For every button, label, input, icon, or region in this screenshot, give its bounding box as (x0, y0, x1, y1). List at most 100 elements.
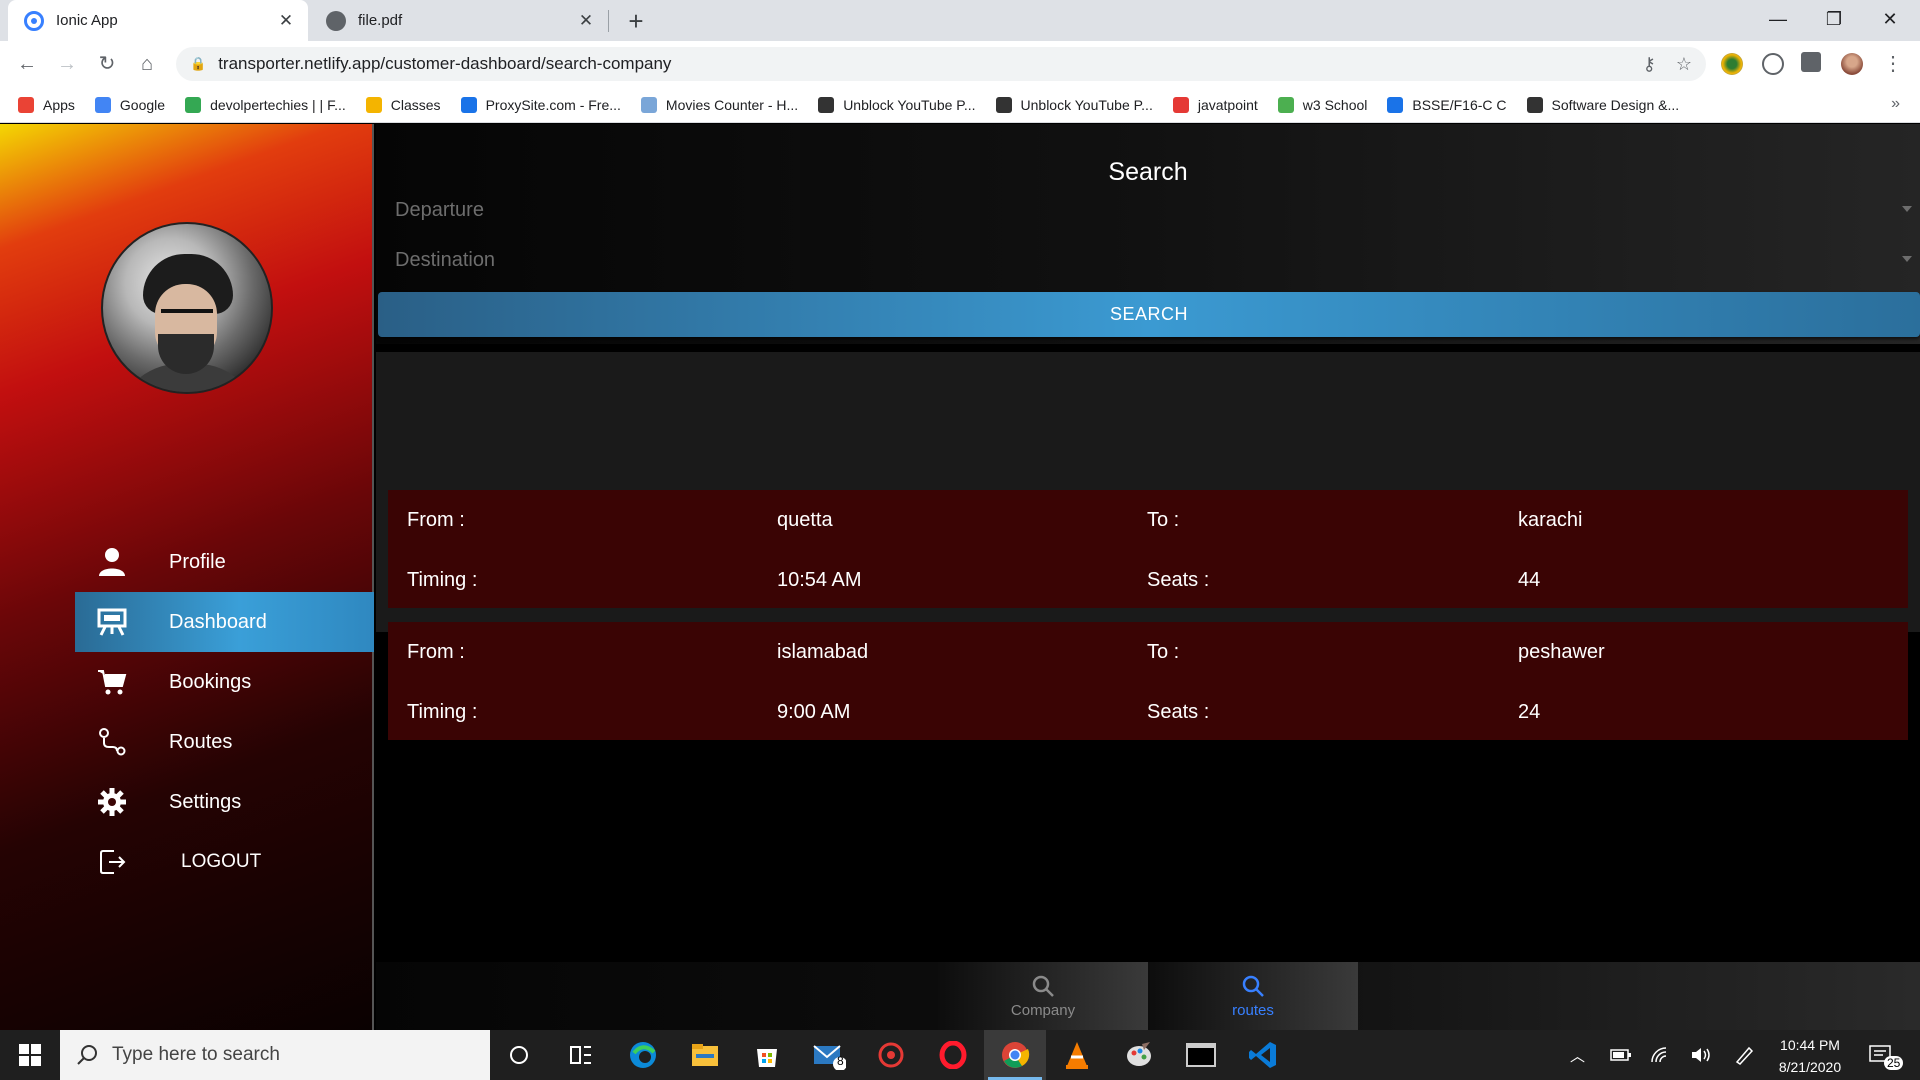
windows-start-button[interactable] (0, 1030, 60, 1080)
result-card[interactable]: From : quetta To : karachi Timing : 10:5… (388, 490, 1908, 608)
back-arrow-icon[interactable]: ← (12, 49, 42, 79)
ionic-app: Profile Dashboard Bookings Routes Settin… (0, 124, 1920, 1030)
battery-icon[interactable] (1610, 1030, 1632, 1080)
task-view-icon[interactable] (550, 1030, 612, 1080)
extension-circle-icon[interactable] (1762, 53, 1784, 75)
bookmark-item[interactable]: ProxySite.com - Fre... (460, 96, 621, 113)
wifi-icon[interactable] (1650, 1030, 1670, 1080)
more-bookmarks-icon[interactable]: » (1891, 95, 1900, 113)
forward-arrow-icon[interactable]: → (52, 49, 82, 79)
bookmark-label: Movies Counter - H... (665, 96, 799, 113)
close-tab-icon[interactable]: ✕ (576, 11, 596, 31)
menu-label: LOGOUT (181, 851, 262, 872)
chrome-menu-icon[interactable]: ⋮ (1878, 49, 1908, 79)
close-window-icon[interactable]: ✕ (1862, 0, 1918, 41)
lock-icon[interactable]: 🔒 (190, 56, 206, 72)
pen-icon[interactable] (1734, 1030, 1754, 1080)
menu-label: Routes (169, 730, 233, 753)
tab-file-pdf[interactable]: file.pdf ✕ (310, 0, 608, 41)
close-tab-icon[interactable]: ✕ (276, 11, 296, 31)
bookmark-item[interactable]: devolpertechies | | F... (185, 96, 346, 113)
extension-globe-icon[interactable] (1721, 53, 1743, 75)
restore-window-icon[interactable]: ❐ (1806, 0, 1862, 41)
show-hidden-icons-icon[interactable]: ︿ (1570, 1030, 1585, 1080)
bookmark-item[interactable]: Google (94, 96, 165, 113)
minimize-window-icon[interactable]: — (1750, 0, 1806, 41)
tab-ionic-app[interactable]: Ionic App ✕ (8, 0, 308, 41)
new-tab-button[interactable]: + (622, 6, 650, 37)
cortana-icon[interactable] (488, 1030, 550, 1080)
ionic-favicon-icon (24, 10, 44, 31)
bookmark-item[interactable]: Classes (365, 96, 441, 113)
profile-avatar-icon[interactable] (1841, 53, 1863, 75)
home-icon[interactable]: ⌂ (132, 49, 162, 79)
app-red-icon[interactable] (860, 1030, 922, 1080)
menu-item-settings[interactable]: Settings (75, 772, 374, 832)
taskbar-search-box[interactable]: Type here to search (60, 1030, 490, 1080)
tab-title: file.pdf (358, 12, 403, 29)
mail-badge: 8 (837, 1054, 844, 1068)
chrome-icon[interactable] (984, 1030, 1046, 1080)
menu-item-routes[interactable]: Routes (75, 712, 374, 772)
notification-center-icon[interactable]: 25 (1868, 1030, 1904, 1080)
timing-label: Timing : (407, 701, 478, 723)
bookmark-item[interactable]: Unblock YouTube P... (818, 96, 976, 113)
microsoft-store-icon[interactable] (736, 1030, 798, 1080)
opera-icon[interactable] (922, 1030, 984, 1080)
classroom-icon (1387, 96, 1404, 113)
google-icon (94, 96, 111, 113)
destination-select[interactable]: Destination (376, 240, 1920, 280)
terminal-icon[interactable] (1170, 1030, 1232, 1080)
bookmark-item[interactable]: Unblock YouTube P... (995, 96, 1153, 113)
gear-icon (97, 787, 127, 817)
bookmark-item[interactable]: BSSE/F16-C C (1387, 96, 1507, 113)
key-icon[interactable]: ⚷ (1643, 54, 1656, 75)
tab-company[interactable]: Company (938, 962, 1148, 1030)
seats-label: Seats : (1147, 701, 1210, 723)
bookmark-star-icon[interactable]: ☆ (1676, 54, 1692, 75)
profile-avatar[interactable] (101, 222, 273, 394)
vscode-icon[interactable] (1232, 1030, 1294, 1080)
tab-routes[interactable]: routes (1148, 962, 1358, 1030)
search-panel: Search Departure Destination SEARCH (376, 124, 1920, 344)
search-button[interactable]: SEARCH (378, 292, 1920, 337)
bookmark-label: Unblock YouTube P... (1020, 96, 1153, 113)
seats-value: 24 (1518, 701, 1541, 723)
bookmark-label: ProxySite.com - Fre... (485, 96, 621, 113)
paint-icon[interactable] (1108, 1030, 1170, 1080)
result-card[interactable]: From : islamabad To : peshawer Timing : … (388, 622, 1908, 740)
extensions-puzzle-icon[interactable] (1801, 52, 1821, 72)
bookmark-item[interactable]: w3 School (1277, 96, 1367, 113)
bottom-tab-bar: Company routes (376, 962, 1920, 1030)
menu-item-bookings[interactable]: Bookings (75, 652, 374, 712)
bookmark-item[interactable]: Apps (18, 96, 75, 113)
destination-placeholder: Destination (395, 248, 496, 271)
system-clock[interactable]: 10:44 PM 8/21/2020 (1760, 1034, 1860, 1078)
classroom-icon (1526, 96, 1543, 113)
menu-item-profile[interactable]: Profile (75, 532, 374, 592)
menu-label: Settings (169, 790, 242, 813)
omnibox[interactable]: 🔒 transporter.netlify.app/customer-dashb… (176, 47, 1706, 81)
menu-item-logout[interactable]: LOGOUT (75, 832, 374, 892)
bookmark-item[interactable]: javatpoint (1172, 96, 1258, 113)
browser-tab-bar: Ionic App ✕ file.pdf ✕ + — ❐ ✕ (0, 0, 1920, 41)
departure-select[interactable]: Departure (376, 190, 1920, 230)
bookmark-item[interactable]: Software Design &... (1526, 96, 1679, 113)
dropdown-caret-icon (1902, 206, 1912, 212)
timing-value: 10:54 AM (777, 569, 862, 591)
side-menu: Profile Dashboard Bookings Routes Settin… (0, 124, 374, 1030)
volume-icon[interactable] (1690, 1030, 1712, 1080)
windows-logo-icon (19, 1044, 41, 1066)
vlc-icon[interactable] (1046, 1030, 1108, 1080)
from-label: From : (407, 641, 465, 663)
bookmark-item[interactable]: Movies Counter - H... (640, 96, 799, 113)
classes-icon (365, 96, 382, 113)
easel-icon (97, 607, 127, 637)
edge-icon[interactable] (612, 1030, 674, 1080)
url-text[interactable]: transporter.netlify.app/customer-dashboa… (218, 54, 1622, 74)
mail-icon[interactable]: 8 (798, 1030, 860, 1080)
menu-item-dashboard[interactable]: Dashboard (75, 592, 374, 652)
reload-icon[interactable]: ↻ (92, 49, 122, 79)
timing-label: Timing : (407, 569, 478, 591)
file-explorer-icon[interactable] (674, 1030, 736, 1080)
